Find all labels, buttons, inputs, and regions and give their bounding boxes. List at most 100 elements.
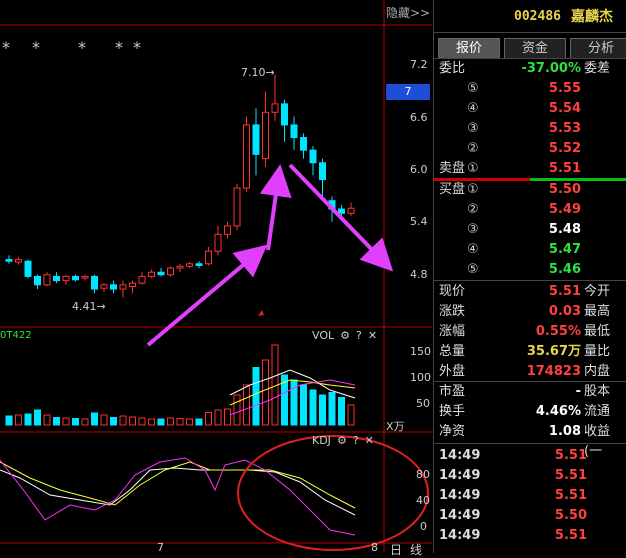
candle-body xyxy=(309,149,317,164)
sell-price: 5.51 xyxy=(548,161,581,176)
volume-bar xyxy=(62,417,70,426)
asterisk: * xyxy=(133,38,143,57)
candle-body xyxy=(43,274,51,286)
kdj-tick: 40 xyxy=(416,494,430,507)
sell-level-row: ④ 5.54 xyxy=(434,99,626,119)
candle-body xyxy=(252,124,260,155)
tick-row: 14:49 5.51 xyxy=(434,446,626,466)
candle-body xyxy=(300,137,307,151)
candle-body xyxy=(271,103,279,113)
stat-label: 总量 xyxy=(439,344,466,359)
tab-quote[interactable]: 报价 xyxy=(438,38,500,59)
tick-time: 14:49 xyxy=(439,488,481,503)
tick-price: 5.51 xyxy=(554,448,587,463)
fundamental-row: 换手 4.46% 流通 xyxy=(434,402,626,422)
buy-price: 5.47 xyxy=(548,242,581,257)
volume-bar xyxy=(205,412,212,426)
candle-body xyxy=(186,263,193,267)
asterisk: * xyxy=(78,38,88,57)
tab-analysis[interactable]: 分析 xyxy=(570,38,626,59)
kdj-lines-group xyxy=(0,457,356,536)
fundamental-value: 4.46% xyxy=(535,404,581,419)
tab-funds[interactable]: 资金 xyxy=(504,38,566,59)
stat-value: 35.67万 xyxy=(526,344,581,359)
candle-body xyxy=(233,187,241,227)
volume-bar xyxy=(43,414,51,426)
price-tick: 5.4 xyxy=(410,215,428,228)
period-day-button[interactable]: 日 xyxy=(390,541,402,558)
candle-body xyxy=(290,124,298,139)
candle-body xyxy=(110,284,117,290)
sell-level-index: ② xyxy=(467,141,479,156)
highlight-ellipse xyxy=(237,435,429,551)
volume-bar xyxy=(91,412,98,426)
stat-value: 174823 xyxy=(526,364,581,379)
volume-bar xyxy=(176,418,184,426)
asterisk: * xyxy=(115,38,125,57)
close-icon[interactable]: ✕ xyxy=(368,329,377,342)
period-line-button[interactable]: 线 xyxy=(410,541,422,558)
stat-value: 0.03 xyxy=(548,304,581,319)
help-icon[interactable]: ? xyxy=(353,434,359,447)
candle-body xyxy=(319,162,326,181)
close-icon[interactable]: ✕ xyxy=(365,434,374,447)
price-tick: 7.2 xyxy=(410,58,428,71)
price-tick: 4.8 xyxy=(410,268,428,281)
stock-title: 002486 嘉麟杰 xyxy=(434,0,626,32)
sell-level-row: ⑤ 5.55 xyxy=(434,79,626,99)
volume-bar xyxy=(338,397,345,426)
buy-prefix: 买盘 xyxy=(439,182,466,197)
sell-price: 5.55 xyxy=(548,81,581,96)
fundamental-row: 净资 1.08 收益(一 xyxy=(434,422,626,459)
buy-price: 5.50 xyxy=(548,182,581,197)
tick-time: 14:49 xyxy=(439,448,481,463)
vol-tick: 150 xyxy=(410,345,431,358)
panel-tabs: 报价 资金 分析 xyxy=(438,38,626,59)
kline-chart-area[interactable]: 隐藏>> * * * * * 7.2 6.6 6.0 5.4 4.8 7 7.1… xyxy=(0,0,432,557)
stat-right-label: 内盘 xyxy=(584,364,611,379)
tick-price: 5.51 xyxy=(554,488,587,503)
gear-icon[interactable]: ⚙ xyxy=(340,329,350,342)
tick-row: 14:49 5.51 xyxy=(434,486,626,506)
volume-bar xyxy=(72,418,79,426)
volume-bar xyxy=(224,408,231,426)
candle-body xyxy=(243,124,250,189)
low-label: 4.41→ xyxy=(72,300,106,313)
volume-bar xyxy=(81,418,89,426)
kdj-j-line xyxy=(0,457,356,536)
volume-bar xyxy=(53,417,60,426)
volume-bar xyxy=(233,394,241,426)
buy-level-index: ② xyxy=(467,202,479,217)
buy-price: 5.49 xyxy=(548,202,581,217)
stat-label: 涨幅 xyxy=(439,324,466,339)
tick-row: 14:49 5.51 xyxy=(434,466,626,486)
current-price-tag: 7 xyxy=(386,84,430,100)
stat-label: 涨跌 xyxy=(439,304,466,319)
buy-level-row: ④ 5.47 xyxy=(434,240,626,260)
gear-icon[interactable]: ⚙ xyxy=(337,434,347,447)
candle-body xyxy=(262,111,269,160)
stat-row: 现价 5.51 今开 xyxy=(434,282,626,302)
volume-bar xyxy=(300,384,307,426)
candle-body xyxy=(24,260,32,277)
candle-body xyxy=(281,103,288,126)
buy-level-index: ① xyxy=(467,182,479,197)
period-buttons: 日 线 xyxy=(390,541,422,558)
volume-bar xyxy=(100,414,108,426)
volume-bar xyxy=(195,418,203,426)
candle-body xyxy=(224,225,231,235)
candle-body xyxy=(157,271,165,276)
help-icon[interactable]: ? xyxy=(356,329,362,342)
volume-bar xyxy=(262,359,269,426)
stat-label: 外盘 xyxy=(439,364,466,379)
tick-time: 14:49 xyxy=(439,468,481,483)
kline-chart-svg[interactable] xyxy=(0,0,432,553)
down-arrow xyxy=(288,163,394,272)
candle-body xyxy=(53,275,60,282)
volume-bar xyxy=(309,389,317,426)
candle-body xyxy=(72,275,79,281)
weibi-label: 委比 xyxy=(439,61,466,76)
candle-body xyxy=(5,259,13,262)
hide-button[interactable]: 隐藏>> xyxy=(386,4,430,21)
bottom-tick: 8 xyxy=(371,541,378,554)
